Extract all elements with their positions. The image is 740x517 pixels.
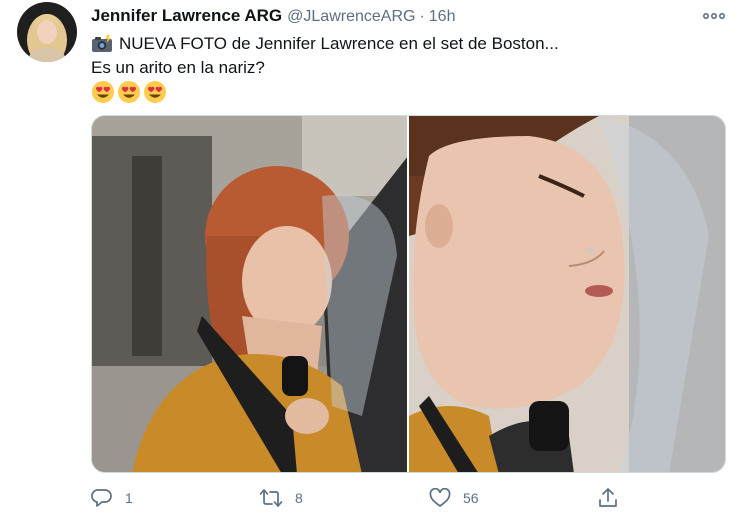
like-count: 56 <box>463 490 479 506</box>
reply-icon <box>91 489 112 507</box>
heart-eyes-emoji-icon <box>118 81 140 103</box>
tweet-text-line-1: NUEVA FOTO de Jennifer Lawrence en el se… <box>91 32 720 56</box>
retweet-count: 8 <box>295 490 303 506</box>
tweet[interactable]: Jennifer Lawrence ARG @JLawrenceARG · 16… <box>0 0 740 517</box>
reply-button[interactable]: 1 <box>91 484 133 512</box>
tweet-text-main: NUEVA FOTO de Jennifer Lawrence en el se… <box>119 34 559 53</box>
tweet-media-grid <box>91 115 726 473</box>
heart-icon <box>429 488 451 507</box>
retweet-icon <box>259 489 283 507</box>
tweet-timestamp[interactable]: 16h <box>429 8 456 26</box>
tweet-header: Jennifer Lawrence ARG @JLawrenceARG · 16… <box>91 6 700 28</box>
like-button[interactable]: 56 <box>429 484 479 512</box>
share-icon <box>599 488 617 507</box>
separator-dot: · <box>419 8 425 25</box>
user-handle[interactable]: @JLawrenceARG <box>287 8 415 26</box>
heart-eyes-emoji-icon <box>144 81 166 103</box>
reply-count: 1 <box>125 490 133 506</box>
tweet-text-line-2: Es un arito en la nariz? <box>91 56 720 80</box>
tweet-text: NUEVA FOTO de Jennifer Lawrence en el se… <box>91 32 720 104</box>
camera-with-flash-icon <box>92 35 112 52</box>
heart-eyes-emoji-icon <box>92 81 114 103</box>
tweet-actions: 1 8 56 <box>91 484 711 512</box>
more-options-button[interactable] <box>700 6 728 26</box>
tweet-photo-1[interactable] <box>92 116 407 472</box>
tweet-text-question: Es un arito en la nariz? <box>91 58 265 77</box>
more-horizontal-icon <box>703 12 725 20</box>
display-name[interactable]: Jennifer Lawrence ARG <box>91 6 282 26</box>
retweet-button[interactable]: 8 <box>259 484 303 512</box>
tweet-emoji-line <box>91 80 720 104</box>
avatar[interactable] <box>17 2 77 62</box>
share-button[interactable] <box>597 484 619 512</box>
tweet-photo-2[interactable] <box>409 116 725 472</box>
